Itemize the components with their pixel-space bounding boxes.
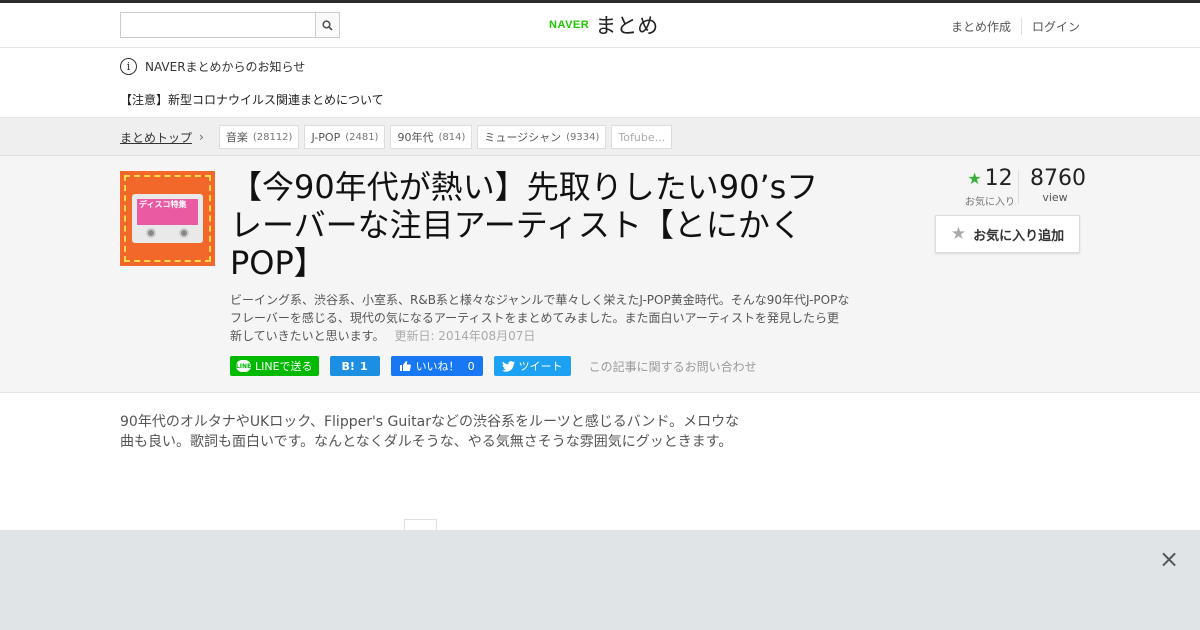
facebook-like-label: いいね！ (415, 360, 460, 373)
cassette-icon: ディスコ特集 (132, 194, 203, 243)
tag-label: J-POP (311, 130, 341, 144)
thumbs-up-icon (399, 361, 411, 371)
tag-link-more[interactable]: Tofube... (611, 125, 673, 149)
add-favorite-button[interactable]: ★ お気に入り追加 (935, 215, 1080, 253)
tag-label: ミュージシャン (484, 131, 562, 144)
star-icon: ★ (967, 169, 982, 188)
share-buttons: LINE LINEで送る B! 1 いいね！ 0 ツイート この記事に関するお問い合… (230, 356, 757, 376)
twitter-bird-icon (501, 360, 515, 372)
description-text: ビーイング系、渋谷系、小室系、R&B系と様々なジャンルで華々しく栄えたJ-POP… (230, 293, 850, 343)
logo-matome: まとめ (595, 14, 659, 38)
search-icon (322, 19, 333, 31)
search-input[interactable] (120, 12, 315, 38)
hatena-count: 1 (359, 359, 368, 373)
breadcrumb-top-link[interactable]: まとめトップ (120, 129, 192, 146)
reel-icon (146, 228, 156, 238)
article-header: ディスコ特集 【今90年代が熱い】先取りしたい90’sフレーバーな注目アーティス… (0, 156, 1200, 393)
facebook-like-button[interactable]: いいね！ 0 (390, 356, 483, 376)
tag-link[interactable]: 90年代 (814) (390, 125, 473, 149)
view-count: 8760 (1030, 166, 1086, 191)
tag-link[interactable]: ミュージシャン (9334) (477, 125, 607, 149)
view-label: view (1042, 191, 1068, 204)
tag-link[interactable]: 音楽 (28112) (218, 125, 300, 149)
search-button[interactable] (315, 12, 340, 38)
star-outline-icon: ★ (950, 224, 967, 244)
tag-count: (814) (438, 131, 466, 143)
add-favorite-label: お気に入り追加 (973, 228, 1065, 244)
hatena-bookmark-button[interactable]: B! 1 (329, 356, 380, 376)
view-stats: 8760 view (1030, 166, 1086, 204)
chevron-right-icon: › (199, 130, 204, 144)
cassette-text: ディスコ特集 (139, 200, 187, 209)
create-matome-link[interactable]: まとめ作成 (951, 18, 1022, 35)
facebook-like-count: 0 (467, 359, 475, 373)
tag-label: Tofube... (618, 130, 666, 144)
favorite-count: 12 (984, 166, 1013, 191)
line-share-button[interactable]: LINE LINEで送る (230, 356, 319, 376)
reel-icon (179, 228, 189, 238)
article-description: ビーイング系、渋谷系、小室系、R&B系と様々なジャンルで華々しく栄えたJ-POP… (230, 291, 850, 345)
ad-overlay: × (0, 530, 1200, 630)
hatena-icon: B! (341, 359, 355, 373)
tag-count: (28112) (252, 131, 293, 143)
tweet-button[interactable]: ツイート (493, 356, 571, 376)
notice-section: i NAVERまとめからのお知らせ 【注意】新型コロナウイルス関連まとめについて (0, 48, 1200, 118)
favorite-stats: ★ 12 お気に入り (962, 166, 1018, 208)
tag-count: (2481) (345, 131, 379, 143)
login-link[interactable]: ログイン (1022, 18, 1080, 35)
favorite-label: お気に入り (965, 197, 1015, 208)
close-icon[interactable]: × (1158, 547, 1180, 571)
updated-date: 更新日: 2014年08月07日 (394, 329, 536, 343)
header-links: まとめ作成 ログイン (951, 18, 1080, 35)
article-body-text: 90年代のオルタナやUKロック、Flipper's Guitarなどの渋谷系をル… (120, 414, 740, 450)
tag-label: 90年代 (397, 131, 434, 144)
article-thumbnail[interactable]: ディスコ特集 (120, 171, 215, 266)
search-form (120, 12, 340, 38)
article-title: 【今90年代が熱い】先取りしたい90’sフレーバーな注目アーティスト【とにかくP… (230, 168, 819, 282)
line-share-label: LINEで送る (255, 360, 313, 373)
logo-naver: NAVER (549, 19, 590, 31)
line-icon: LINE (236, 360, 251, 372)
info-icon: i (120, 58, 137, 75)
tag-label: 音楽 (225, 131, 248, 144)
stats-divider (1018, 171, 1019, 204)
breadcrumb: まとめトップ › 音楽 (28112) J-POP (2481) 90年代 (814)… (0, 118, 1200, 156)
notice-heading-text: NAVERまとめからのお知らせ (145, 60, 306, 74)
contact-link[interactable]: この記事に関するお問い合わせ (589, 358, 757, 375)
tag-count: (9334) (566, 131, 600, 143)
tag-link[interactable]: J-POP (2481) (304, 125, 386, 149)
site-header: NAVER まとめ まとめ作成 ログイン (0, 3, 1200, 48)
site-logo[interactable]: NAVER まとめ (549, 10, 658, 40)
notice-link[interactable]: 【注意】新型コロナウイルス関連まとめについて (120, 91, 384, 108)
notice-heading: i NAVERまとめからのお知らせ (120, 58, 305, 75)
tweet-label: ツイート (518, 360, 563, 373)
